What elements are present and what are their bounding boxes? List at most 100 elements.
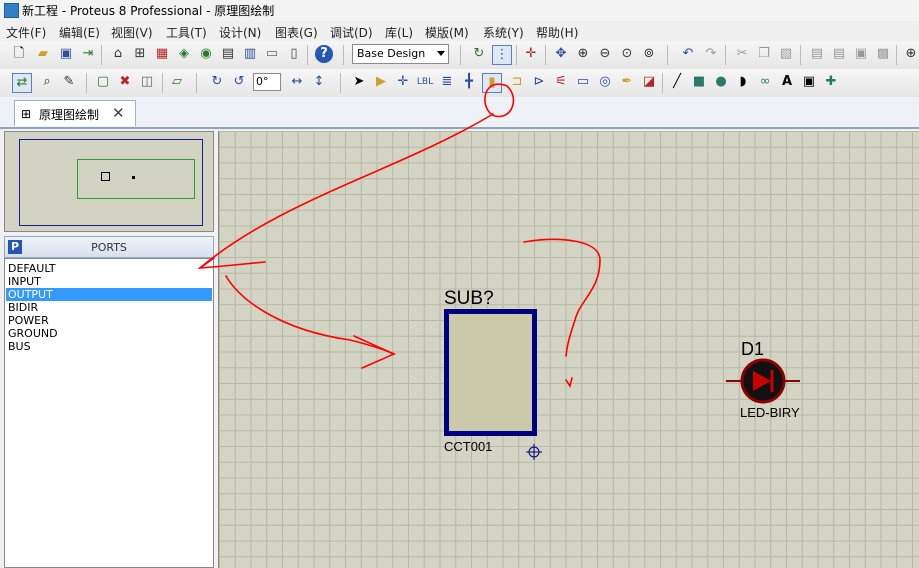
symbol-tool-icon[interactable]: ▣ — [800, 73, 818, 91]
block-delete-icon[interactable]: ▩ — [874, 45, 892, 63]
block-rotate-icon[interactable]: ▣ — [852, 45, 870, 63]
marker-tool-icon[interactable]: ✚ — [822, 73, 840, 91]
mirror-horizontal-icon[interactable]: ↔ — [288, 73, 306, 91]
paste-icon[interactable]: ▧ — [777, 45, 795, 63]
menu-help[interactable]: 帮助(H) — [536, 24, 578, 41]
arc-tool-icon[interactable]: ◗ — [734, 73, 752, 91]
pcb-icon[interactable]: ▦ — [153, 45, 171, 63]
property-tool-icon[interactable]: ✎ — [60, 73, 78, 91]
overview-subcircuit-marker — [101, 172, 110, 181]
help-icon[interactable]: ? — [315, 45, 333, 63]
wire-label-icon[interactable]: LBL — [416, 73, 434, 91]
new-file-icon[interactable]: 🗋 — [10, 45, 28, 63]
design-select[interactable]: Base Design — [352, 44, 449, 64]
port-item-default[interactable]: DEFAULT — [6, 262, 212, 275]
pin-mode-icon[interactable]: ⊳ — [530, 73, 548, 91]
generator-mode-icon[interactable]: ◎ — [596, 73, 614, 91]
block-copy-icon[interactable]: ▤ — [808, 45, 826, 63]
path-tool-icon[interactable]: ∞ — [756, 73, 774, 91]
line-tool-icon[interactable]: ╱ — [668, 73, 686, 91]
component-mode-icon[interactable]: ▶ — [372, 73, 390, 91]
schematic-canvas[interactable] — [218, 131, 919, 568]
ports-panel-header: P PORTS — [4, 236, 214, 258]
undo-icon[interactable]: ↶ — [679, 45, 697, 63]
netlist-icon[interactable]: ▱ — [168, 73, 186, 91]
gerber-icon[interactable]: ◉ — [197, 45, 215, 63]
text-tool-icon[interactable]: A — [778, 73, 796, 91]
menu-system[interactable]: 系统(Y) — [483, 24, 524, 41]
junction-mode-icon[interactable]: ✛ — [394, 73, 412, 91]
app-icon — [4, 3, 19, 18]
box-tool-icon[interactable]: ■ — [690, 73, 708, 91]
save-icon[interactable]: ▣ — [57, 45, 75, 63]
delete-sheet-icon[interactable]: ✖ — [116, 73, 134, 91]
origin-icon[interactable]: ✛ — [522, 45, 540, 63]
pan-icon[interactable]: ✥ — [552, 45, 570, 63]
menu-view[interactable]: 视图(V) — [111, 24, 153, 41]
voltage-probe-icon[interactable]: ✒ — [618, 73, 636, 91]
menu-file[interactable]: 文件(F) — [6, 24, 46, 41]
bus-mode-icon[interactable]: ╋ — [460, 73, 478, 91]
child-sheet-icon[interactable]: ◫ — [138, 73, 156, 91]
ports-panel-title: PORTS — [91, 241, 127, 254]
port-item-ground[interactable]: GROUND — [6, 327, 212, 340]
home-icon[interactable]: ⌂ — [109, 45, 127, 63]
port-item-bus[interactable]: BUS — [6, 340, 212, 353]
virtual-instrument-icon[interactable]: ◪ — [640, 73, 658, 91]
cut-icon[interactable]: ✂ — [733, 45, 751, 63]
menu-library[interactable]: 库(L) — [385, 24, 413, 41]
menu-graph[interactable]: 图表(G) — [275, 24, 318, 41]
text-script-icon[interactable]: ≣ — [438, 73, 456, 91]
zoom-out-icon[interactable]: ⊖ — [596, 45, 614, 63]
design-select-value: Base Design — [357, 47, 426, 60]
menu-template[interactable]: 模版(M) — [425, 24, 469, 41]
rotate-cw-icon[interactable]: ↻ — [208, 73, 226, 91]
redo-icon[interactable]: ↷ — [702, 45, 720, 63]
grid-toggle-icon[interactable]: ⋮ — [492, 45, 512, 65]
mode-toolbar: ⇄ ⌕ ✎ ▢ ✖ ◫ ▱ ↻ ↺ 0° ↔ ↕ ➤ ▶ ✛ LBL ≣ ╋ ▮… — [0, 69, 919, 98]
menu-edit[interactable]: 编辑(E) — [59, 24, 100, 41]
open-folder-icon[interactable]: ▰ — [34, 45, 52, 63]
menu-bar: 文件(F) 编辑(E) 视图(V) 工具(T) 设计(N) 图表(G) 调试(D… — [0, 21, 919, 41]
selection-mode-icon[interactable]: ➤ — [350, 73, 368, 91]
close-icon[interactable]: ✕ — [112, 104, 125, 122]
graph-mode-icon[interactable]: ⚟ — [552, 73, 570, 91]
mirror-vertical-icon[interactable]: ↕ — [310, 73, 328, 91]
schematic-tab-icon: ⊞ — [21, 107, 32, 121]
design-explorer-icon[interactable]: ▤ — [219, 45, 237, 63]
subcircuit-mode-icon[interactable]: ▮ — [482, 73, 502, 93]
port-item-power[interactable]: POWER — [6, 314, 212, 327]
rotate-ccw-icon[interactable]: ↺ — [230, 73, 248, 91]
document-icon[interactable]: ▯ — [285, 45, 303, 63]
zoom-area-icon[interactable]: ⊚ — [640, 45, 658, 63]
overview-window[interactable] — [4, 131, 214, 232]
import-icon[interactable]: ⇥ — [79, 45, 97, 63]
port-item-output[interactable]: OUTPUT — [6, 288, 212, 301]
source-code-icon[interactable]: ▭ — [263, 45, 281, 63]
port-item-input[interactable]: INPUT — [6, 275, 212, 288]
new-sheet-icon[interactable]: ▢ — [94, 73, 112, 91]
menu-design[interactable]: 设计(N) — [219, 24, 261, 41]
menu-debug[interactable]: 调试(D) — [330, 24, 373, 41]
ports-list[interactable]: DEFAULT INPUT OUTPUT BIDIR POWER GROUND … — [4, 258, 214, 568]
port-item-bidir[interactable]: BIDIR — [6, 301, 212, 314]
search-icon[interactable]: ⌕ — [38, 73, 56, 91]
circle-tool-icon[interactable]: ● — [712, 73, 730, 91]
tape-recorder-icon[interactable]: ▭ — [574, 73, 592, 91]
terminal-mode-icon[interactable]: ⊐ — [508, 73, 526, 91]
block-move-icon[interactable]: ▤ — [830, 45, 848, 63]
overview-viewport[interactable] — [77, 159, 195, 199]
bom-icon[interactable]: ▥ — [241, 45, 259, 63]
document-tab-strip: ⊞ 原理图绘制 ✕ — [0, 97, 919, 129]
menu-tools[interactable]: 工具(T) — [166, 24, 207, 41]
zoom-all-icon[interactable]: ⊙ — [618, 45, 636, 63]
copy-icon[interactable]: ❐ — [755, 45, 773, 63]
tab-schematic-capture[interactable]: ⊞ 原理图绘制 ✕ — [14, 100, 136, 126]
3d-icon[interactable]: ◈ — [175, 45, 193, 63]
zoom-in-icon[interactable]: ⊕ — [574, 45, 592, 63]
schematic-icon[interactable]: ⊞ — [131, 45, 149, 63]
pick-device-icon[interactable]: ⊕ — [902, 45, 919, 63]
rotation-angle-input[interactable]: 0° — [253, 73, 281, 91]
refresh-icon[interactable]: ↻ — [470, 45, 488, 63]
annotate-icon[interactable]: ⇄ — [12, 73, 32, 93]
